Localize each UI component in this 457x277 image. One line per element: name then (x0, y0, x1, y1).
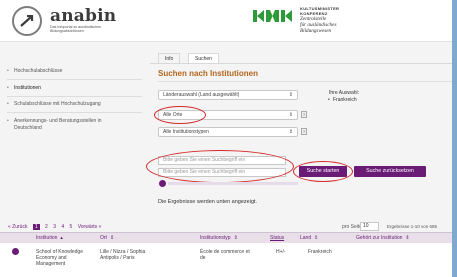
sidebar-item-label: Schulabschlüsse mit Hochschulzugang (14, 101, 101, 107)
column-label: Ort (100, 235, 107, 241)
sidebar-divider (7, 112, 142, 113)
pagination: « Zurück 1 2 3 4 5 Vorwärts » (8, 224, 105, 230)
annotation-ellipse-terms (146, 150, 294, 183)
institution-type-select[interactable]: Alle Institutionstypen ⇕ (158, 127, 298, 137)
pager-page[interactable]: 3 (53, 224, 56, 230)
column-header-gehoert[interactable]: Gehört zur Institution ⇕ (356, 235, 410, 241)
brand-subtitle: Das Infoportal zu ausländischen Bildungs… (50, 25, 102, 34)
sort-icon: ⇕ (109, 235, 115, 241)
page: anabin Das Infoportal zu ausländischen B… (0, 0, 457, 277)
search-reset-button[interactable]: Suche zurücksetzen (354, 166, 426, 177)
cell-status: H+/- (276, 249, 286, 255)
pager-forward-link[interactable]: Vorwärts » (78, 224, 102, 230)
per-page-select[interactable]: 10 (360, 222, 379, 231)
column-label: Status (270, 235, 285, 241)
column-label: Institutionstyp (200, 235, 231, 241)
selection-label: Ihre Auswahl: (329, 90, 360, 96)
bullet-icon: • (328, 97, 330, 103)
sidebar-item-label: Institutionen (14, 85, 41, 91)
cell-land: Frankreich (308, 249, 332, 255)
cell-institution[interactable]: School of Knowledge Economy and Manageme… (36, 249, 94, 268)
column-header-land[interactable]: Land ⇕ (300, 235, 318, 241)
country-select-value: Länderauswahl (Land ausgewählt) (163, 92, 240, 98)
sidebar-item-institutionen[interactable]: • Institutionen (0, 85, 148, 92)
bullet-icon: • (7, 118, 9, 124)
selection-item: • Frankreich (328, 97, 357, 103)
arrow-icon (20, 15, 34, 27)
column-header-institution[interactable]: Institution ▴ (36, 235, 63, 241)
tab-divider (150, 63, 452, 64)
page-title: Suchen nach Institutionen (158, 69, 259, 78)
kmk-line: Bildungswesen (300, 28, 332, 35)
sidebar-item-schulabschluesse[interactable]: • Schulabschlüsse mit Hochschulzugang (0, 101, 148, 108)
select-arrow-icon: ⇕ (288, 129, 293, 135)
title-divider (158, 81, 452, 82)
pager-back-link[interactable]: « Zurück (8, 224, 27, 230)
institution-type-value: Alle Institutionstypen (163, 129, 209, 135)
select-arrow-icon: ⇕ (288, 92, 293, 98)
sidebar-item-anerkennungsstellen[interactable]: • Anerkennungs- und Beratungsstellen in … (0, 118, 120, 131)
selection-item-label: Frankreich (333, 97, 357, 103)
sort-icon: ▴ (60, 235, 63, 241)
tab-info[interactable]: Info (158, 53, 181, 63)
pager-page-current[interactable]: 1 (32, 224, 40, 230)
pager-page[interactable]: 4 (61, 224, 64, 230)
sidebar-divider (7, 79, 142, 80)
sidebar-item-label: Hochschulabschlüsse (14, 68, 63, 74)
result-note: Die Ergebnisse werden unten angezeigt. (158, 199, 258, 205)
kmk-logo-icon[interactable] (253, 9, 293, 23)
table-header: Institution ▴ Ort ⇕ Institutionstyp ⇕ Statu… (0, 232, 452, 243)
side-strip (452, 0, 457, 277)
add-term-icon[interactable] (159, 180, 166, 187)
add-term-bar (168, 182, 298, 185)
bullet-icon: • (7, 85, 9, 91)
help-icon[interactable]: ? (301, 111, 307, 118)
sort-icon: ⇕ (405, 235, 410, 241)
tab-suchen[interactable]: Suchen (188, 53, 219, 63)
per-page-label: pro Seite (342, 224, 363, 230)
pager-page[interactable]: 5 (70, 224, 73, 230)
anabin-logo-icon[interactable] (12, 6, 42, 36)
sort-icon: ⇕ (233, 235, 238, 241)
bullet-icon: • (7, 101, 9, 107)
column-label: Land (300, 235, 312, 241)
kmk-text: KULTUSMINISTER KONFERENZ Zentralstelle f… (300, 6, 380, 34)
column-header-status[interactable]: Status (270, 235, 284, 241)
help-icon[interactable]: ? (301, 128, 307, 135)
table-row[interactable]: School of Knowledge Economy and Manageme… (0, 243, 452, 277)
annotation-ellipse-city (154, 106, 206, 124)
annotation-ellipse-button (293, 161, 353, 182)
column-header-typ[interactable]: Institutionstyp ⇕ (200, 235, 238, 241)
header: anabin Das Infoportal zu ausländischen B… (0, 0, 452, 42)
sidebar-item-hochschulabschluesse[interactable]: • Hochschulabschlüsse (0, 68, 148, 75)
column-header-ort[interactable]: Ort ⇕ (100, 235, 114, 241)
country-select[interactable]: Länderauswahl (Land ausgewählt) ⇕ (158, 90, 298, 100)
sidebar-item-label: Anerkennungs- und Beratungsstellen in De… (14, 118, 102, 131)
brand-name[interactable]: anabin (50, 6, 116, 26)
cell-typ: École de commerce et de (200, 249, 250, 262)
select-arrow-icon: ⇕ (288, 112, 293, 118)
column-label: Institution (36, 235, 58, 241)
column-label: Gehört zur Institution (356, 235, 403, 241)
cell-ort: Lille / Nizza / Sophia Antipolis / Paris (100, 249, 146, 262)
expand-row-icon[interactable] (12, 248, 19, 255)
pager-page[interactable]: 2 (45, 224, 48, 230)
sort-icon: ⇕ (314, 235, 319, 241)
results-count: Ergebnisse 1-10 von 685 (387, 224, 438, 229)
sidebar-divider (7, 96, 142, 97)
bullet-icon: • (7, 68, 9, 74)
